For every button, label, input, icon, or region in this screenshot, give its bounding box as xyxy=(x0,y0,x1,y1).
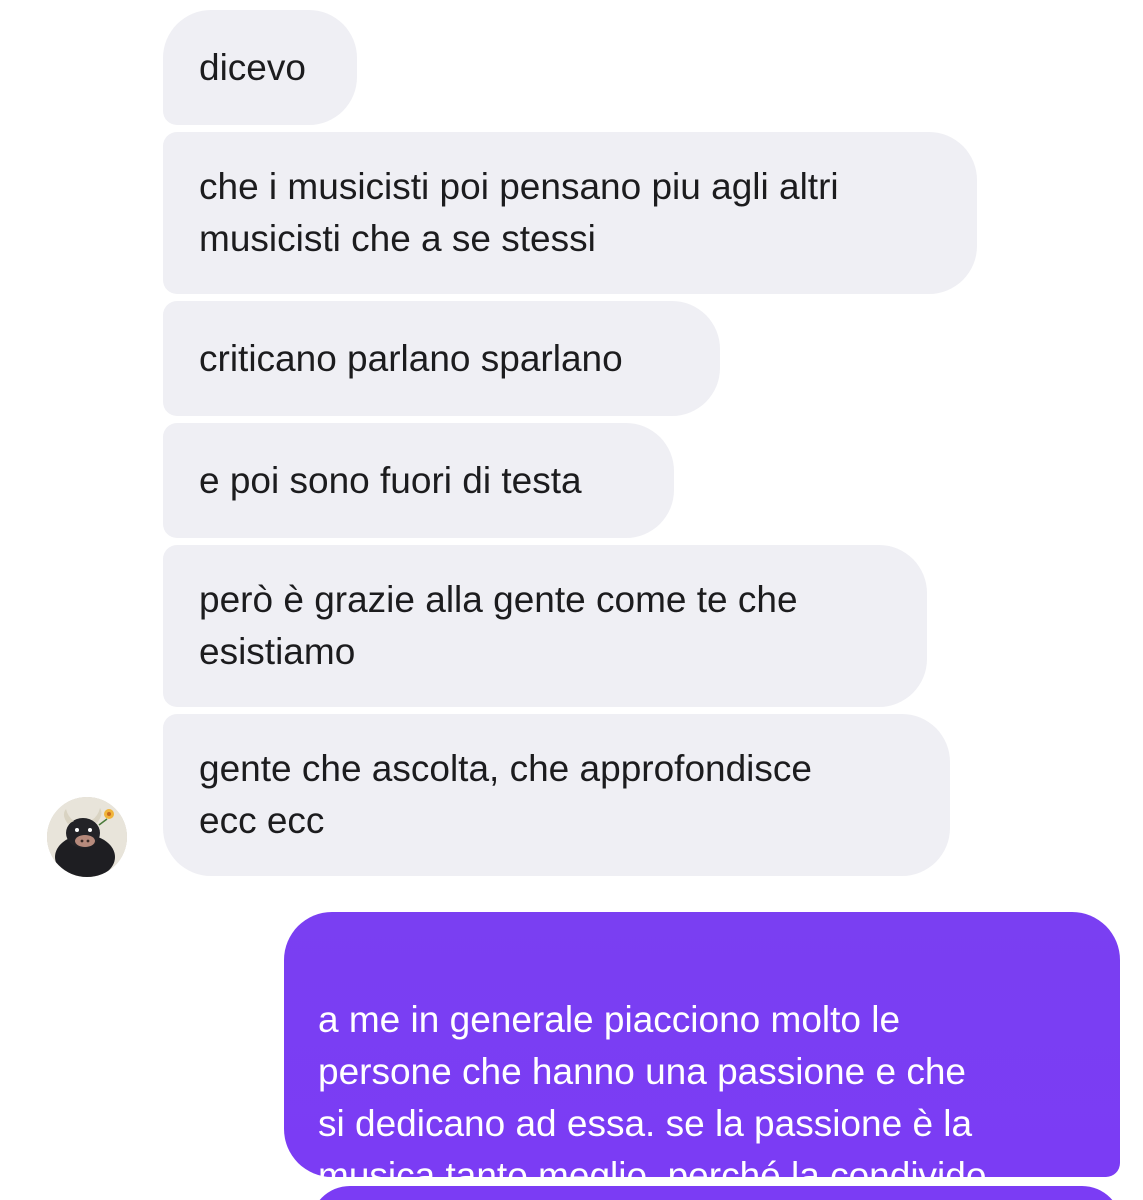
message-text: gente che ascolta, che approfondisce ecc… xyxy=(199,748,812,841)
message-text: che i musicisti poi pensano piu agli alt… xyxy=(199,166,839,259)
chat-thread: dicevo che i musicisti poi pensano piu a… xyxy=(0,0,1143,1200)
incoming-message[interactable]: che i musicisti poi pensano piu agli alt… xyxy=(163,132,977,294)
bull-avatar-icon xyxy=(47,797,127,877)
message-text: dicevo xyxy=(199,46,306,88)
message-text: e poi sono fuori di testa xyxy=(199,459,582,501)
outgoing-message[interactable]: a me in generale piacciono molto le pers… xyxy=(284,912,1120,1196)
incoming-message[interactable]: gente che ascolta, che approfondisce ecc… xyxy=(163,714,950,876)
message-text: però è grazie alla gente come te che esi… xyxy=(199,579,798,672)
incoming-message[interactable]: però è grazie alla gente come te che esi… xyxy=(163,545,927,707)
sender-avatar[interactable] xyxy=(47,797,127,877)
incoming-message[interactable]: e poi sono fuori di testa xyxy=(163,423,674,538)
incoming-message[interactable]: criticano parlano sparlano xyxy=(163,301,720,416)
incoming-message[interactable]: dicevo xyxy=(163,10,357,125)
outgoing-message-partial[interactable] xyxy=(310,1186,1122,1200)
message-text: a me in generale piacciono molto le pers… xyxy=(318,999,987,1196)
message-text: criticano parlano sparlano xyxy=(199,337,623,379)
